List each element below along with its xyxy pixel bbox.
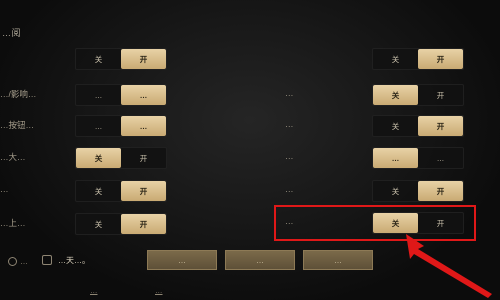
action-button-2[interactable]: … (225, 250, 295, 270)
section-title: …阅 (2, 28, 22, 38)
left-setting-row-4-label: …大… (0, 152, 26, 162)
left-setting-row-2-toggle[interactable]: … … (75, 84, 167, 106)
left-setting-row-4-toggle[interactable]: 关 开 (75, 147, 167, 169)
left-setting-row-3: …按钮… … … (0, 115, 260, 137)
agree-text: …天…。 (58, 256, 90, 265)
left-setting-row-3-label: …按钮… (0, 120, 35, 130)
left-setting-row-5-option-2[interactable]: 开 (121, 181, 166, 201)
left-setting-row-1-toggle[interactable]: 关 开 (75, 48, 167, 70)
right-setting-row-2: … 关 开 (285, 84, 485, 106)
left-setting-row-1: 关 开 (0, 48, 260, 70)
right-setting-row-1: 关 开 (285, 48, 485, 70)
right-setting-row-5: … 关 开 (285, 180, 485, 202)
right-setting-row-2-option-2[interactable]: 开 (418, 85, 463, 105)
bottom-small-label: … (8, 257, 28, 266)
right-setting-row-5-option-2[interactable]: 开 (418, 181, 463, 201)
left-setting-row-6-label: …上… (0, 218, 26, 228)
left-setting-row-1-option-1[interactable]: 关 (76, 49, 121, 69)
right-setting-row-5-label: … (285, 184, 294, 194)
right-setting-row-3-toggle[interactable]: 关 开 (372, 115, 464, 137)
right-setting-row-5-option-1[interactable]: 关 (373, 181, 418, 201)
right-setting-row-3-option-1[interactable]: 关 (373, 116, 418, 136)
right-setting-row-4-option-1[interactable]: … (373, 148, 418, 168)
bottom-area: … …天…。 … … … … … (0, 245, 500, 300)
right-setting-row-1-option-2[interactable]: 开 (418, 49, 463, 69)
right-setting-row-5-toggle[interactable]: 关 开 (372, 180, 464, 202)
right-setting-row-2-option-1[interactable]: 关 (373, 85, 418, 105)
right-setting-row-1-option-1[interactable]: 关 (373, 49, 418, 69)
left-setting-row-3-toggle[interactable]: … … (75, 115, 167, 137)
left-setting-row-4: …大… 关 开 (0, 147, 260, 169)
right-setting-row-1-toggle[interactable]: 关 开 (372, 48, 464, 70)
left-setting-row-2: …/影响… … … (0, 84, 260, 106)
left-setting-row-3-option-2[interactable]: … (121, 116, 166, 136)
bottom-link-2[interactable]: … (155, 286, 163, 295)
left-setting-row-6: …上… 关 开 (0, 213, 260, 235)
left-setting-row-3-option-1[interactable]: … (76, 116, 121, 136)
settings-page: …阅 关 开 …/影响… … … …按钮… … … …大… 关 开 … 关 开 (0, 0, 500, 300)
left-setting-row-5-label: … (0, 184, 9, 194)
right-setting-row-4-label: … (285, 151, 294, 161)
left-setting-row-2-option-2[interactable]: … (121, 85, 166, 105)
action-button-1[interactable]: … (147, 250, 217, 270)
right-setting-row-3-label: … (285, 119, 294, 129)
right-setting-row-4-toggle[interactable]: … … (372, 147, 464, 169)
agree-checkbox[interactable] (42, 255, 52, 265)
right-setting-row-3: … 关 开 (285, 115, 485, 137)
bottom-link-1[interactable]: … (90, 286, 98, 295)
left-setting-row-4-option-2[interactable]: 开 (121, 148, 166, 168)
info-icon (8, 257, 17, 266)
action-button-3[interactable]: … (303, 250, 373, 270)
left-setting-row-5: … 关 开 (0, 180, 260, 202)
bottom-small-text: … (20, 257, 28, 266)
right-setting-row-3-option-2[interactable]: 开 (418, 116, 463, 136)
right-setting-row-4-option-2[interactable]: … (418, 148, 463, 168)
left-setting-row-2-label: …/影响… (0, 89, 37, 99)
right-setting-row-2-toggle[interactable]: 关 开 (372, 84, 464, 106)
left-setting-row-4-option-1[interactable]: 关 (76, 148, 121, 168)
right-setting-row-2-label: … (285, 88, 294, 98)
left-setting-row-6-option-1[interactable]: 关 (76, 214, 121, 234)
left-setting-row-6-toggle[interactable]: 关 开 (75, 213, 167, 235)
left-setting-row-2-option-1[interactable]: … (76, 85, 121, 105)
left-setting-row-6-option-2[interactable]: 开 (121, 214, 166, 234)
left-setting-row-5-option-1[interactable]: 关 (76, 181, 121, 201)
left-setting-row-5-toggle[interactable]: 关 开 (75, 180, 167, 202)
left-setting-row-1-option-2[interactable]: 开 (121, 49, 166, 69)
right-setting-row-4: … … … (285, 147, 485, 169)
